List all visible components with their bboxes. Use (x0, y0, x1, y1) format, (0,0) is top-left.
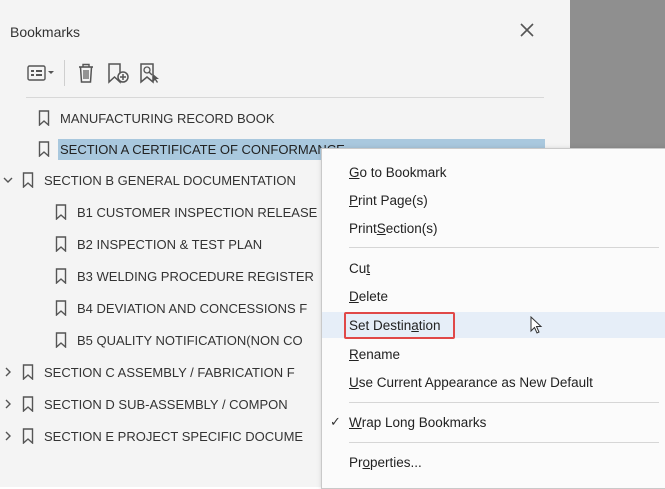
menu-accelerator: U (349, 374, 359, 390)
menu-label-pre: Cu (349, 260, 367, 276)
menu-label-post: se Current Appearance as New Default (358, 374, 593, 390)
mouse-pointer-icon (530, 315, 544, 341)
bookmark-label: SECTION D SUB-ASSEMBLY / COMPON (44, 396, 288, 412)
bookmark-label: MANUFACTURING RECORD BOOK (60, 110, 275, 126)
menu-item-set-destination[interactable]: Set Destin a tion (322, 312, 665, 339)
bookmark-label: SECTION C ASSEMBLY / FABRICATION F (44, 364, 295, 380)
panel-title: Bookmarks (10, 24, 81, 40)
menu-accelerator: S (376, 220, 386, 236)
bookmark-item[interactable]: SECTION B GENERAL DOCUMENTATION (0, 168, 296, 192)
bookmark-label: B5 QUALITY NOTIFICATION(NON CO (77, 332, 303, 348)
options-menu-icon[interactable] (26, 63, 58, 83)
bookmark-item[interactable]: B4 DEVIATION AND CONCESSIONS F (35, 296, 307, 320)
chevron-right-icon[interactable] (0, 430, 16, 442)
bookmark-icon (22, 172, 34, 188)
bookmark-icon (55, 332, 67, 348)
bookmark-icon (55, 236, 67, 252)
bookmark-icon (38, 141, 50, 157)
bookmark-item[interactable]: SECTION E PROJECT SPECIFIC DOCUME (0, 424, 303, 448)
bookmark-icon (22, 364, 34, 380)
menu-label-post: ename (358, 346, 401, 362)
bookmark-icon (55, 204, 67, 220)
menu-label-post: rint Page(s) (358, 192, 428, 208)
bookmark-icon (22, 428, 34, 444)
menu-label-post: elete (358, 288, 389, 304)
bookmark-item[interactable]: B2 INSPECTION & TEST PLAN (35, 232, 262, 256)
bookmark-icon (38, 110, 50, 126)
bookmark-item[interactable]: B1 CUSTOMER INSPECTION RELEASE (35, 200, 317, 224)
bookmark-icon (55, 300, 67, 316)
menu-separator (349, 442, 659, 443)
bookmarks-toolbar (26, 58, 163, 88)
menu-item-delete[interactable]: Delete (322, 283, 665, 309)
menu-label-post: perties... (370, 454, 422, 470)
bookmark-label: SECTION E PROJECT SPECIFIC DOCUME (44, 428, 304, 444)
toolbar-separator (64, 60, 65, 86)
menu-item-go-to-bookmark[interactable]: Go to Bookmark (322, 159, 665, 185)
menu-accelerator: o (362, 454, 371, 470)
bookmark-label: B2 INSPECTION & TEST PLAN (77, 236, 263, 252)
menu-separator (349, 247, 659, 248)
menu-item-properties[interactable]: Pr o perties... (322, 449, 665, 475)
bookmark-label: B4 DEVIATION AND CONCESSIONS F (77, 300, 308, 316)
menu-label-pre: Pr (349, 454, 363, 470)
new-bookmark-icon[interactable] (103, 62, 133, 84)
menu-item-use-current-appearance[interactable]: Use Current Appearance as New Default (322, 369, 665, 395)
menu-accelerator: D (349, 288, 359, 304)
menu-item-wrap-long-bookmarks[interactable]: ✓ Wrap Long Bookmarks (322, 409, 665, 435)
menu-accelerator: W (349, 414, 362, 430)
menu-label-pre: Print (349, 220, 377, 236)
menu-item-print-pages[interactable]: Print Page(s) (322, 187, 665, 213)
menu-accelerator: R (349, 346, 359, 362)
menu-label-post: o to Bookmark (359, 164, 447, 180)
menu-accelerator: t (366, 260, 371, 276)
bookmark-item[interactable]: MANUFACTURING RECORD BOOK (16, 106, 275, 130)
menu-accelerator: G (349, 164, 360, 180)
menu-label-post: rap Long Bookmarks (361, 414, 487, 430)
delete-bookmark-icon[interactable] (73, 62, 99, 84)
menu-label-post: ection(s) (385, 220, 438, 236)
bookmark-label: SECTION B GENERAL DOCUMENTATION (44, 172, 296, 188)
menu-item-cut[interactable]: Cu t (322, 255, 665, 281)
bookmark-item[interactable]: SECTION D SUB-ASSEMBLY / COMPON (0, 392, 288, 416)
menu-label-post: tion (418, 317, 441, 333)
chevron-right-icon[interactable] (0, 398, 16, 410)
context-menu: Go to Bookmark Print Page(s) Print Secti… (321, 148, 665, 489)
chevron-down-icon[interactable] (0, 174, 16, 186)
menu-accelerator: P (349, 192, 359, 208)
menu-item-print-sections[interactable]: Print Section(s) (322, 215, 665, 241)
bookmark-item[interactable]: B5 QUALITY NOTIFICATION(NON CO (35, 328, 303, 352)
checkmark-icon: ✓ (330, 414, 341, 429)
menu-separator (349, 402, 659, 403)
bookmark-label: B1 CUSTOMER INSPECTION RELEASE (77, 204, 318, 220)
bookmark-icon (22, 396, 34, 412)
menu-accelerator: a (411, 317, 419, 333)
menu-item-rename[interactable]: Rename (322, 341, 665, 367)
bookmark-label: B3 WELDING PROCEDURE REGISTER (77, 268, 314, 284)
bookmark-item[interactable]: B3 WELDING PROCEDURE REGISTER (35, 264, 314, 288)
menu-label-pre: Set Destin (349, 317, 412, 333)
find-bookmark-icon[interactable] (135, 62, 163, 84)
bookmark-item[interactable]: SECTION C ASSEMBLY / FABRICATION F (0, 360, 295, 384)
toolbar-divider (26, 97, 544, 98)
chevron-right-icon[interactable] (0, 366, 16, 378)
close-icon[interactable] (515, 18, 539, 42)
bookmark-icon (55, 268, 67, 284)
